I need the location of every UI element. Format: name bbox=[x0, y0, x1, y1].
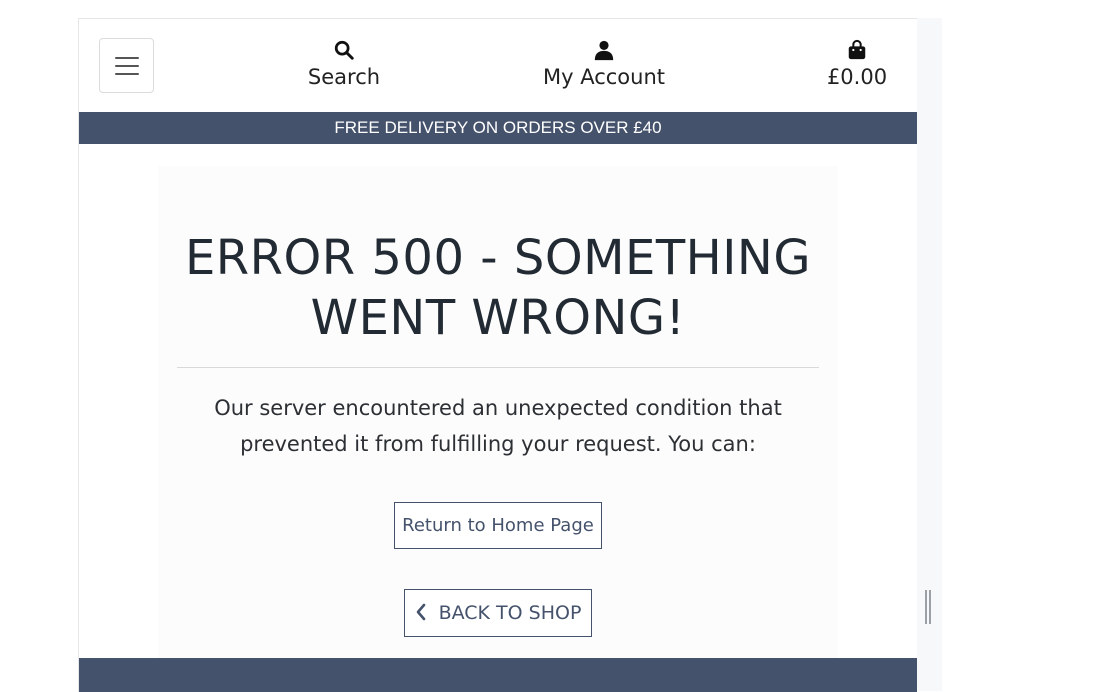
divider bbox=[177, 367, 819, 368]
site-header: Search My Account £0.00 bbox=[79, 19, 917, 112]
error-message: Our server encountered an unexpected con… bbox=[198, 390, 798, 462]
title-line-1: ERROR 500 - SOMETHING bbox=[184, 230, 812, 286]
search-icon bbox=[334, 40, 354, 60]
search-nav-link[interactable]: Search bbox=[289, 39, 399, 89]
page-viewport: Search My Account £0.00 FREE DELIVERY ON… bbox=[78, 18, 917, 692]
message-line-1: Our server encountered an unexpected con… bbox=[214, 396, 782, 420]
account-label: My Account bbox=[542, 65, 665, 89]
user-icon bbox=[594, 40, 614, 61]
free-delivery-banner: FREE DELIVERY ON ORDERS OVER £40 bbox=[79, 112, 917, 144]
back-to-shop-button[interactable]: BACK TO SHOP bbox=[404, 589, 592, 637]
bag-total: £0.00 bbox=[826, 65, 888, 89]
shopping-bag-icon bbox=[848, 39, 866, 60]
page-title: ERROR 500 - SOMETHING WENT WRONG! bbox=[158, 228, 838, 348]
title-line-2: WENT WRONG! bbox=[310, 290, 686, 346]
back-to-shop-label: BACK TO SHOP bbox=[438, 602, 582, 624]
bag-nav-link[interactable]: £0.00 bbox=[809, 39, 905, 89]
chevron-left-icon bbox=[416, 603, 425, 621]
resize-handle[interactable] bbox=[925, 590, 931, 624]
error-card: ERROR 500 - SOMETHING WENT WRONG! Our se… bbox=[158, 166, 838, 658]
return-home-button[interactable]: Return to Home Page bbox=[394, 502, 602, 549]
site-footer bbox=[79, 658, 917, 692]
search-label: Search bbox=[307, 65, 381, 89]
message-line-2: prevented it from fulfilling your reques… bbox=[240, 432, 756, 456]
menu-toggle-button[interactable] bbox=[99, 38, 154, 93]
account-nav-link[interactable]: My Account bbox=[529, 39, 679, 89]
